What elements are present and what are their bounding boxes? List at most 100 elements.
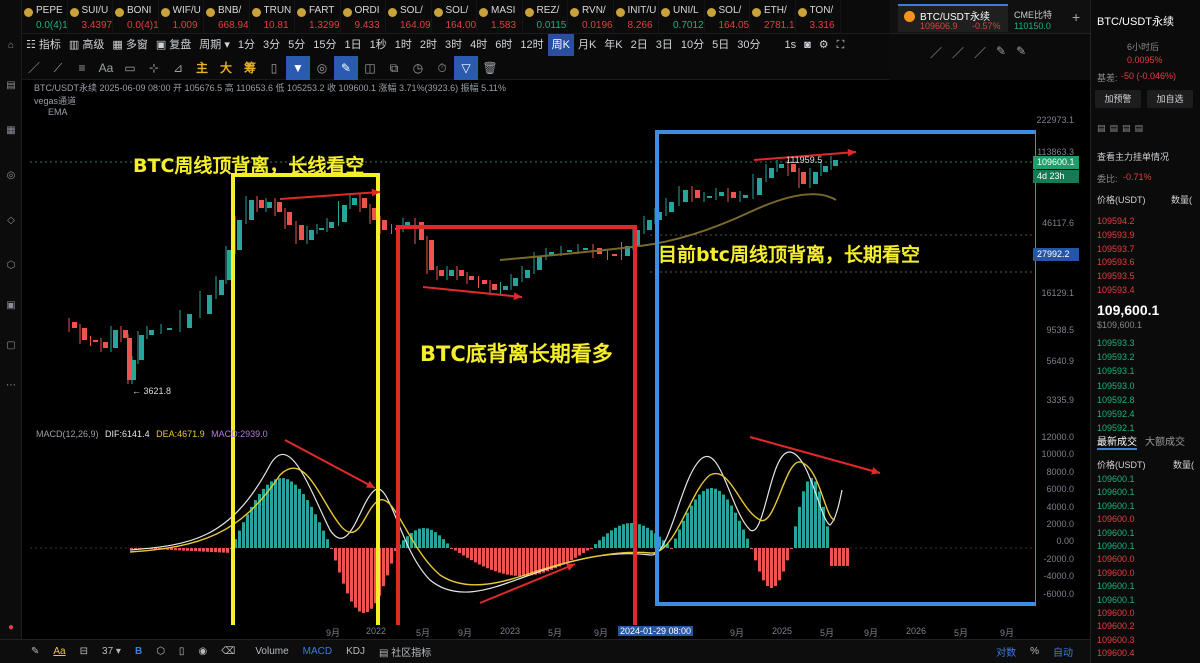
fullscreen-icon[interactable]: ⛶ — [833, 34, 849, 56]
log-toggle[interactable]: 对数 — [989, 644, 1023, 659]
interval-option[interactable]: 3时 — [441, 34, 466, 56]
interval-option[interactable]: 5分 — [284, 34, 309, 56]
advanced-button[interactable]: ▥ 高级 — [65, 34, 108, 56]
lock-icon[interactable]: ▯ — [262, 56, 286, 80]
interval-option[interactable]: 2时 — [416, 34, 441, 56]
time-axis[interactable]: 9月 2022 5月 9月 2023 5月 9月 9月 2025 5月 9月 2026 5月 9月 2024… — [30, 625, 1080, 639]
rect-icon[interactable]: ▭ — [118, 56, 142, 80]
indicators-button[interactable]: ☷ 指标 — [22, 34, 65, 56]
book-row[interactable]: 109592.1 — [1097, 423, 1135, 433]
clock-icon[interactable]: ◷ — [406, 56, 430, 80]
ruler-icon-2[interactable]: ⊿ — [166, 56, 190, 80]
interval-option[interactable]: 12时 — [516, 34, 547, 56]
big-icon[interactable]: 大 — [214, 56, 238, 80]
home-icon[interactable]: ⌂ — [0, 40, 22, 51]
macd-tab[interactable]: MACD — [296, 646, 339, 657]
visible-icon[interactable]: ◉ — [191, 646, 214, 657]
book-row[interactable]: 109593.5 — [1097, 271, 1135, 281]
ticker-item[interactable]: ETH/2781.12 — [750, 0, 796, 34]
market-icon[interactable]: ▤ — [0, 80, 22, 91]
main-icon[interactable]: 主 — [190, 56, 214, 80]
magnet-icon[interactable]: ✎ — [334, 55, 358, 80]
settings-icon[interactable]: ⚙ — [815, 34, 833, 56]
zoom-select[interactable]: 37 ▾ — [95, 646, 128, 657]
fib-icon[interactable]: ≡ — [70, 56, 94, 80]
ticker-item[interactable]: FART 1.3299 — [295, 0, 341, 34]
interval-option[interactable]: 周K — [547, 34, 574, 56]
add-watchlist-button[interactable]: 加自选 — [1147, 90, 1193, 108]
ticker-item[interactable]: WIF/U 1.009 — [159, 0, 204, 34]
ticker-item[interactable]: MASI 1.583 — [477, 0, 523, 34]
interval-option[interactable]: 1日 — [340, 34, 365, 56]
interval-option[interactable]: 4时 — [466, 34, 491, 56]
add-alert-button[interactable]: 加预警 — [1095, 90, 1141, 108]
interval-option[interactable]: 5日 — [708, 34, 733, 56]
chat-icon[interactable]: ▢ — [0, 340, 22, 351]
filter-icon[interactable]: ▽ — [454, 55, 478, 80]
ticker-item[interactable]: SUI/U 3.4397 — [68, 0, 113, 34]
interval-option[interactable]: 6时 — [491, 34, 516, 56]
ticker-item[interactable]: SOL/164.05 — [705, 0, 750, 34]
ticker-item[interactable]: INIT/U 8.266 — [614, 0, 659, 34]
book-row[interactable]: 109594.2 — [1097, 216, 1135, 226]
font-icon[interactable]: Aa — [46, 646, 72, 657]
copy-icon[interactable]: ⧉ — [382, 56, 406, 80]
interval-option[interactable]: 30分 — [733, 34, 764, 56]
book-row[interactable]: 109593.2 — [1097, 352, 1135, 362]
hline-icon[interactable]: ⟋ — [46, 56, 70, 80]
trendline-icon[interactable]: ／ — [22, 56, 46, 80]
ticker-item[interactable]: REZ/0.01159 — [523, 0, 568, 34]
bold-button[interactable]: B — [128, 646, 149, 657]
ticker-item[interactable]: ORDI 9.433 — [341, 0, 386, 34]
interval-option[interactable]: 2日 — [627, 34, 652, 56]
ticker-item[interactable]: RVN/0.01960 — [568, 0, 614, 34]
interval-option[interactable]: 3分 — [259, 34, 284, 56]
period-button[interactable]: 周期 ▾ — [195, 34, 234, 56]
interval-option[interactable]: 月K — [574, 34, 600, 56]
interval-option[interactable]: 年K — [600, 34, 626, 56]
interval-1s[interactable]: 1s — [781, 34, 801, 56]
book-row[interactable]: 109593.0 — [1097, 381, 1135, 391]
lock-icon-3[interactable]: ▯ — [172, 646, 192, 657]
interval-option[interactable]: 15分 — [309, 34, 340, 56]
hexagon-icon[interactable]: ⬡ — [149, 646, 172, 657]
order-title[interactable]: 查看主力挂单情况 — [1097, 150, 1169, 163]
interval-option[interactable]: 1分 — [234, 34, 259, 56]
delete-icon[interactable]: ⌫ — [214, 646, 242, 657]
eye-icon[interactable]: ◎ — [310, 56, 334, 80]
text-icon[interactable]: Aa — [94, 56, 118, 80]
kdj-tab[interactable]: KDJ — [339, 646, 372, 657]
big-trades-tab[interactable]: 大额成交 — [1145, 433, 1185, 448]
ticker-item[interactable]: SOL/164.09 — [386, 0, 432, 34]
bookmark-icon[interactable]: ▼ — [286, 55, 310, 80]
ticker-item[interactable]: TRUN 10.81 — [250, 0, 295, 34]
book-row[interactable]: 109593.4 — [1097, 285, 1135, 295]
trash-icon[interactable]: 🗑 — [478, 56, 502, 80]
multi-window-button[interactable]: ▦ 多窗 — [108, 34, 151, 56]
tab-btc-perp[interactable]: BTC/USDT永续 109606.9 -0.57% — [898, 4, 1008, 32]
alarm-icon[interactable]: ⏱ — [430, 56, 454, 80]
ticker-item[interactable]: BONI 0.0(4)17 — [113, 0, 159, 34]
volume-tab[interactable]: Volume — [248, 646, 295, 657]
interval-option[interactable]: 10分 — [677, 34, 708, 56]
book-row[interactable]: 109593.3 — [1097, 338, 1135, 348]
interval-option[interactable]: 3日 — [652, 34, 677, 56]
book-row[interactable]: 109593.6 — [1097, 257, 1135, 267]
lock-icon-2[interactable]: ⊟ — [73, 646, 95, 657]
ray-icon[interactable]: ／ — [974, 44, 986, 70]
interval-option[interactable]: 1时 — [391, 34, 416, 56]
percent-toggle[interactable]: % — [1023, 646, 1046, 657]
pen-icon[interactable]: ✎ — [996, 44, 1006, 70]
tab-cme[interactable]: CME比特 110150.0 — [1012, 6, 1066, 32]
web3-icon[interactable]: ◇ — [0, 215, 22, 226]
auto-toggle[interactable]: 自动 — [1046, 644, 1080, 659]
ticker-item[interactable]: TON/3.316 — [796, 0, 841, 34]
cursor-icon[interactable]: ⊹ — [142, 56, 166, 80]
book-row[interactable]: 109593.9 — [1097, 230, 1135, 240]
book-row[interactable]: 109593.1 — [1097, 366, 1135, 376]
group-icon[interactable]: ◫ — [358, 56, 382, 80]
camera-icon[interactable]: ◙ — [800, 34, 815, 56]
community-tab[interactable]: ▤ 社区指标 — [372, 644, 438, 659]
strategy-icon[interactable]: ◎ — [0, 170, 22, 181]
asset-icon[interactable]: ⬡ — [0, 260, 22, 271]
